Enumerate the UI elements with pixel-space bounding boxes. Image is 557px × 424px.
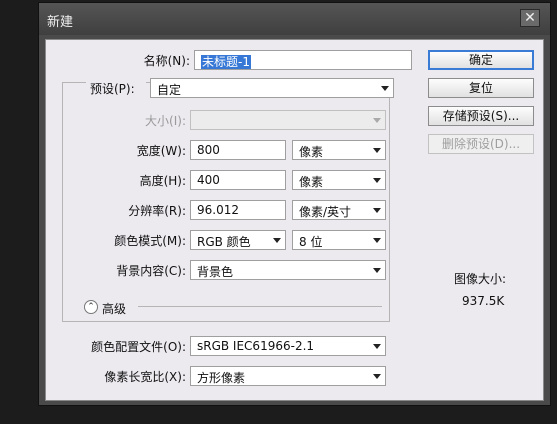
color-mode-select[interactable]: RGB 颜色 (190, 230, 286, 250)
resolution-input[interactable]: 96.012 (190, 200, 286, 220)
close-icon: ✕ (524, 10, 536, 26)
reset-button[interactable]: 复位 (428, 78, 534, 98)
size-label: 大小(I): (145, 114, 186, 128)
ok-button[interactable]: 确定 (428, 50, 534, 70)
chevron-down-icon (273, 238, 281, 243)
bit-depth-value: 8 位 (299, 235, 323, 249)
width-unit: 像素 (299, 145, 324, 159)
resolution-unit-select[interactable]: 像素/英寸 (292, 200, 386, 220)
collapse-advanced-icon[interactable]: ⌃ (84, 300, 98, 314)
chevron-down-icon (373, 178, 381, 183)
background-value: 背景色 (197, 265, 234, 279)
title-bar[interactable]: 新建 ✕ (39, 3, 550, 35)
size-select[interactable] (190, 110, 386, 130)
height-input[interactable]: 400 (190, 170, 286, 190)
width-input[interactable]: 800 (190, 140, 286, 160)
height-value: 400 (197, 173, 220, 187)
chevron-down-icon (373, 148, 381, 153)
resolution-label: 分辨率(R): (128, 204, 186, 218)
chevron-down-icon (373, 208, 381, 213)
height-unit: 像素 (299, 175, 324, 189)
name-value: 未标题-1 (201, 55, 251, 69)
chevron-down-icon (373, 268, 381, 273)
close-button[interactable]: ✕ (520, 9, 540, 27)
dialog-title: 新建 (47, 15, 74, 30)
width-unit-select[interactable]: 像素 (292, 140, 386, 160)
preset-select[interactable]: 自定 (150, 78, 394, 98)
chevron-down-icon (373, 344, 381, 349)
advanced-label[interactable]: 高级 (102, 300, 126, 317)
bit-depth-select[interactable]: 8 位 (292, 230, 386, 250)
color-profile-select[interactable]: sRGB IEC61966-2.1 (190, 336, 386, 356)
preset-label: 预设(P): (86, 80, 146, 97)
background-label: 背景内容(C): (116, 264, 186, 278)
chevron-down-icon (373, 238, 381, 243)
resolution-unit: 像素/英寸 (299, 205, 352, 219)
color-profile-value: sRGB IEC61966-2.1 (197, 339, 315, 353)
name-label: 名称(N): (143, 54, 190, 68)
width-label: 宽度(W): (136, 144, 186, 158)
new-document-dialog: 新建 ✕ 名称(N): 未标题-1 预设(P): 自定 大小(I): 宽度(W)… (38, 2, 551, 406)
color-mode-value: RGB 颜色 (197, 235, 251, 249)
background-select[interactable]: 背景色 (190, 260, 386, 280)
image-size-value: 937.5K (462, 294, 505, 308)
color-profile-label: 颜色配置文件(O): (91, 340, 186, 354)
pixel-aspect-select[interactable]: 方形像素 (190, 366, 386, 386)
pixel-aspect-value: 方形像素 (197, 371, 246, 385)
height-unit-select[interactable]: 像素 (292, 170, 386, 190)
preset-value: 自定 (157, 83, 182, 97)
color-mode-label: 颜色模式(M): (114, 234, 186, 248)
image-size-label: 图像大小: (454, 272, 507, 286)
divider (138, 306, 382, 307)
pixel-aspect-label: 像素长宽比(X): (104, 370, 186, 384)
chevron-down-icon (373, 374, 381, 379)
save-preset-button[interactable]: 存储预设(S)... (428, 106, 534, 126)
width-value: 800 (197, 143, 220, 157)
chevron-down-icon (381, 86, 389, 91)
name-input[interactable]: 未标题-1 (194, 50, 412, 70)
resolution-value: 96.012 (197, 203, 239, 217)
delete-preset-button: 删除预设(D)... (428, 134, 534, 154)
dialog-body: 名称(N): 未标题-1 预设(P): 自定 大小(I): 宽度(W): 800… (45, 39, 544, 401)
chevron-down-icon (373, 118, 381, 123)
height-label: 高度(H): (139, 174, 186, 188)
